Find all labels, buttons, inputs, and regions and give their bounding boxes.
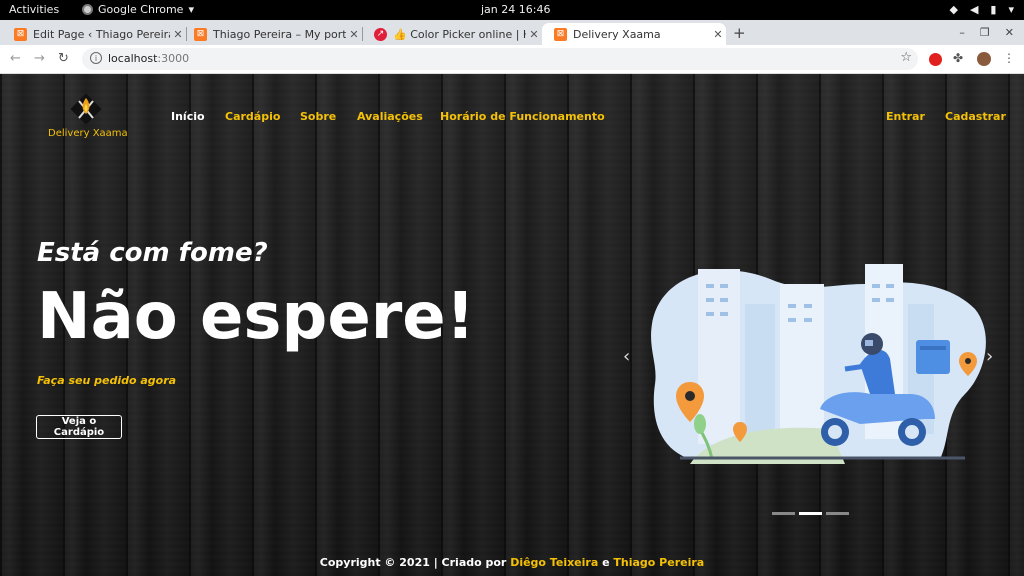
- site-logo[interactable]: Delivery Xaama: [48, 92, 128, 139]
- hero-headline: Não espere!: [37, 280, 475, 354]
- window-controls: – ❐ ✕: [959, 26, 1014, 39]
- address-bar[interactable]: i localhost:3000 ☆: [82, 48, 918, 70]
- reload-icon[interactable]: ↻: [58, 51, 69, 66]
- battery-icon: ▮: [990, 3, 997, 16]
- nav-link-login[interactable]: Entrar: [886, 110, 925, 123]
- system-top-bar: Activities Google Chrome ▾ jan 24 16:46 …: [0, 0, 1024, 20]
- close-icon[interactable]: ✕: [526, 28, 542, 41]
- nav-link-reviews[interactable]: Avaliações: [357, 110, 423, 123]
- footer-author-link[interactable]: Diêgo Teixeira: [510, 556, 598, 569]
- logo-flame-icon: [70, 93, 102, 125]
- xampp-icon: ⊠: [194, 27, 207, 41]
- tab-title: Thiago Pereira – My portfo: [213, 27, 346, 41]
- footer-author-link[interactable]: Thiago Pereira: [613, 556, 704, 569]
- extensions-icon[interactable]: ✤: [953, 51, 963, 65]
- carousel-indicator[interactable]: [772, 512, 795, 515]
- forward-icon[interactable]: →: [34, 51, 45, 66]
- browser-tab-active[interactable]: ⊠ Delivery Xaama ✕: [542, 23, 726, 45]
- menu-kebab-icon[interactable]: ⋮: [1003, 51, 1015, 65]
- close-window-icon[interactable]: ✕: [1005, 26, 1014, 39]
- chrome-icon: [82, 4, 93, 15]
- maximize-icon[interactable]: ❐: [980, 26, 990, 39]
- footer-conjunction: e: [598, 556, 614, 569]
- tab-title: Edit Page ‹ Thiago Pereira: [33, 27, 170, 41]
- xampp-icon: ⊠: [554, 27, 567, 41]
- hero-question: Está com fome?: [37, 238, 268, 268]
- profile-avatar[interactable]: [977, 52, 991, 66]
- url-port: :3000: [157, 52, 190, 65]
- volume-icon: ◀: [969, 3, 979, 16]
- page-footer: Copyright © 2021 | Criado por Diêgo Teix…: [0, 556, 1024, 569]
- browser-tab[interactable]: ⊠ Edit Page ‹ Thiago Pereira ✕: [2, 23, 187, 45]
- caret-down-icon: ▾: [188, 3, 194, 16]
- delivery-illustration: [651, 264, 986, 464]
- browser-toolbar: ← → ↻ i localhost:3000 ☆ ✤ ⋮: [0, 45, 1024, 74]
- caret-down-icon: ▾: [1008, 3, 1014, 16]
- carousel-next-icon[interactable]: ›: [986, 346, 993, 367]
- nav-link-about[interactable]: Sobre: [300, 110, 336, 123]
- carousel-prev-icon[interactable]: ‹: [623, 346, 630, 367]
- browser-tab[interactable]: ⊠ Thiago Pereira – My portfo ✕: [182, 23, 363, 45]
- activities-button[interactable]: Activities: [9, 3, 59, 16]
- browser-tab[interactable]: ↗ 👍 Color Picker online | HT ✕: [362, 23, 542, 45]
- app-menu[interactable]: Google Chrome ▾: [82, 3, 194, 16]
- tab-strip: ⊠ Edit Page ‹ Thiago Pereira ✕ ⊠ Thiago …: [0, 20, 1024, 45]
- nav-link-home[interactable]: Início: [171, 110, 205, 123]
- carousel-indicator[interactable]: [826, 512, 849, 515]
- view-menu-button[interactable]: Veja o Cardápio: [36, 415, 122, 439]
- clock[interactable]: jan 24 16:46: [481, 3, 550, 16]
- xampp-icon: ⊠: [14, 27, 27, 41]
- app-menu-label: Google Chrome: [98, 3, 184, 16]
- wifi-icon: ◆: [949, 3, 958, 16]
- nav-link-signup[interactable]: Cadastrar: [945, 110, 1006, 123]
- new-tab-button[interactable]: +: [733, 24, 746, 42]
- url-host: localhost: [108, 52, 158, 65]
- system-tray[interactable]: ◆ ◀ ▮ ▾: [949, 3, 1014, 16]
- carousel-indicators: [772, 512, 849, 515]
- carousel-indicator-active[interactable]: [799, 512, 822, 515]
- close-icon[interactable]: ✕: [710, 28, 726, 41]
- tab-title: 👍 Color Picker online | HT: [393, 27, 526, 41]
- bookmark-star-icon[interactable]: ☆: [900, 50, 912, 65]
- hero-subtitle: Faça seu pedido agora: [37, 374, 177, 387]
- opera-extension-icon[interactable]: [929, 53, 942, 66]
- hero-carousel: ‹ ›: [620, 254, 1004, 524]
- brand-name: Delivery Xaama: [48, 128, 128, 139]
- tab-title: Delivery Xaama: [573, 27, 661, 41]
- close-icon[interactable]: ✕: [346, 28, 362, 41]
- url-text[interactable]: localhost:3000: [108, 52, 189, 65]
- minimize-icon[interactable]: –: [959, 26, 965, 39]
- nav-link-hours[interactable]: Horário de Funcionamento: [440, 110, 605, 123]
- info-icon[interactable]: i: [90, 52, 102, 64]
- footer-prefix: Copyright © 2021 | Criado por: [319, 556, 511, 569]
- nav-link-menu[interactable]: Cardápio: [225, 110, 280, 123]
- color-picker-icon: ↗: [374, 27, 387, 41]
- back-icon[interactable]: ←: [10, 51, 21, 66]
- page-viewport: Delivery Xaama Início Cardápio Sobre Ava…: [0, 74, 1024, 576]
